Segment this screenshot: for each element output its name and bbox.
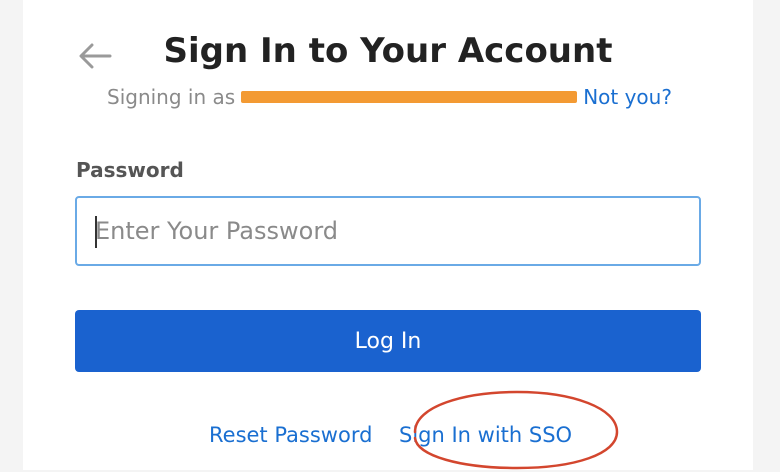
password-input[interactable] (75, 196, 701, 266)
redacted-email (241, 91, 578, 103)
reset-password-link[interactable]: Reset Password (209, 418, 372, 452)
not-you-link[interactable]: Not you? (583, 85, 672, 109)
text-caret (95, 216, 97, 248)
secondary-links: Reset Password Sign In with SSO (23, 418, 753, 452)
password-label: Password (76, 158, 184, 182)
page-title: Sign In to Your Account (163, 31, 613, 71)
log-in-button[interactable]: Log In (75, 310, 701, 372)
signing-in-as-row: Signing in as Not you? (107, 82, 672, 112)
sign-in-card: Sign In to Your Account Signing in as No… (23, 0, 753, 470)
sso-highlight-circle (413, 390, 619, 470)
signing-in-as-label: Signing in as (107, 85, 236, 109)
